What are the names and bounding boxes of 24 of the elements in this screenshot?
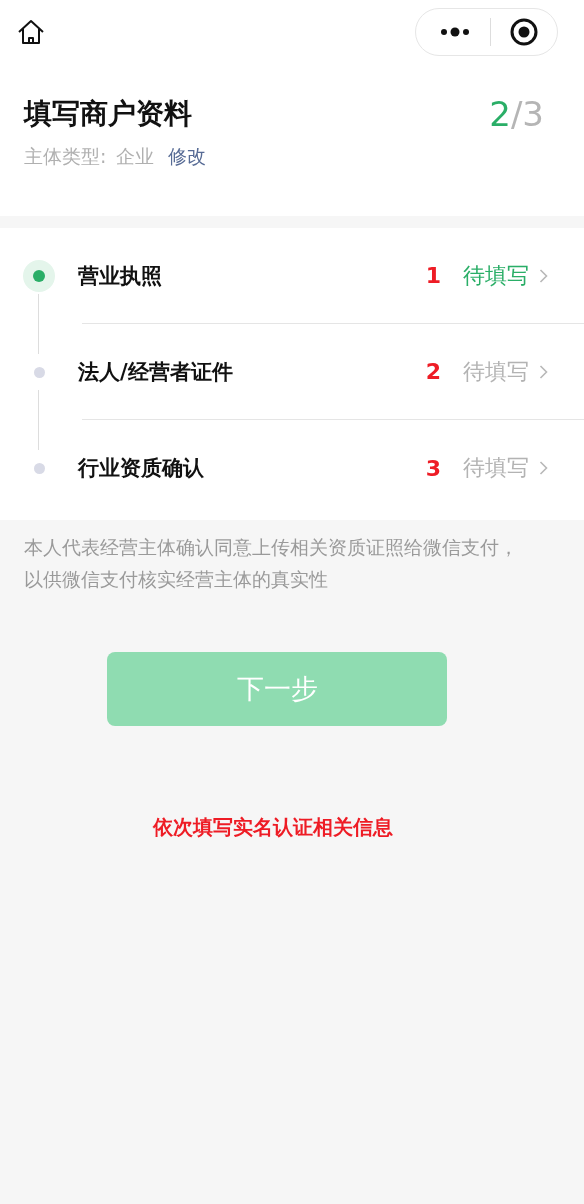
chevron-right-icon [539, 460, 548, 476]
step-status: 待填写 [463, 454, 529, 482]
annotation-number: 3 [425, 455, 441, 481]
subject-type-value: 企业 [116, 144, 155, 169]
edit-link[interactable]: 修改 [168, 144, 207, 170]
step-row[interactable]: 行业资质确认 3 待填写 [0, 420, 584, 516]
step-row[interactable]: 营业执照 1 待填写 [0, 228, 584, 324]
annotation-number: 1 [425, 263, 441, 288]
home-icon[interactable] [16, 18, 46, 46]
subject-type-label: 主体类型: [24, 144, 107, 169]
annotation-number: 2 [425, 359, 441, 384]
consent-note: 本人代表经营主体确认同意上传相关资质证照给微信支付，以供微信支付核实经营主体的真实性 [24, 536, 519, 592]
step-counter: 2/3 [489, 94, 544, 134]
step-status: 待填写 [463, 357, 529, 386]
step-title: 法人/经营者证件 [78, 358, 234, 386]
more-icon[interactable] [438, 26, 472, 38]
step-title: 行业资质确认 [78, 455, 205, 482]
step-row[interactable]: 法人/经营者证件 2 待填写 [0, 324, 584, 420]
step-title: 营业执照 [78, 262, 163, 290]
page-title: 填写商户资料 [24, 96, 192, 132]
step-status: 待填写 [463, 261, 529, 290]
annotation-text: 依次填写实名认证相关信息 [152, 814, 394, 841]
chevron-right-icon [539, 363, 548, 380]
chevron-right-icon [539, 267, 548, 284]
